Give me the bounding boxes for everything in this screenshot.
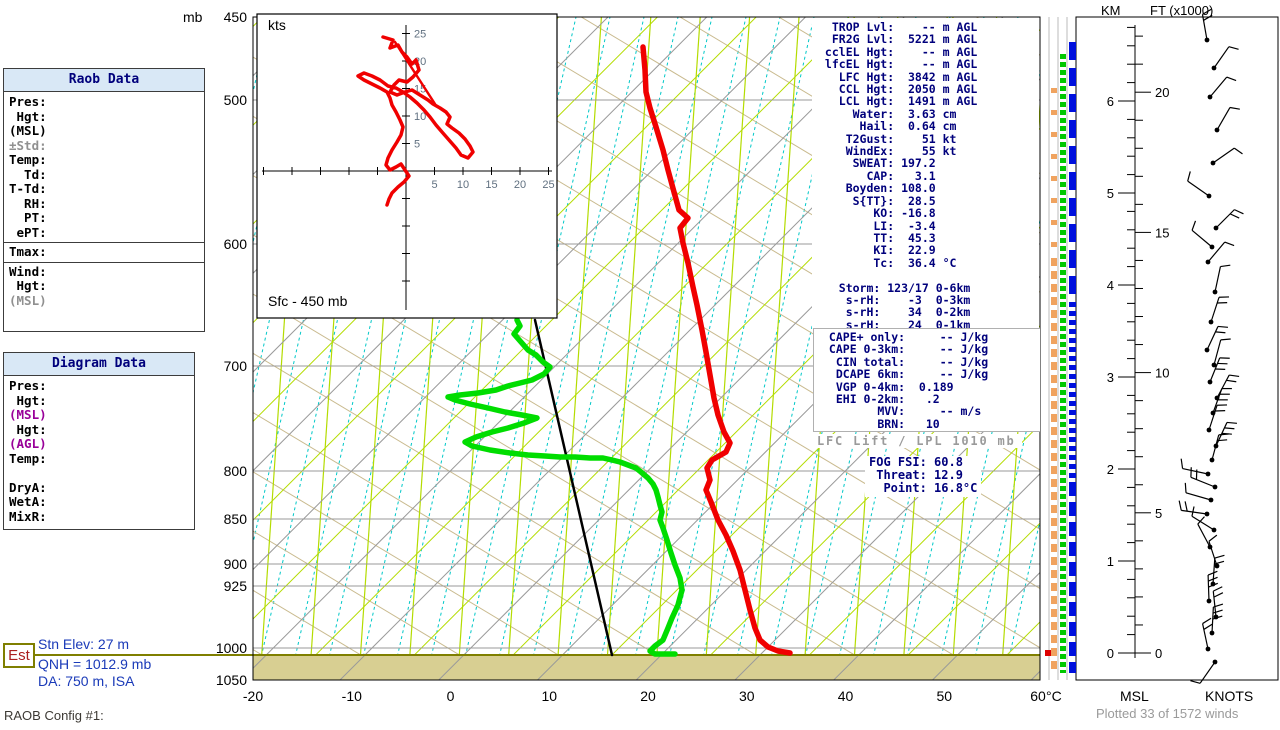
svg-text:4: 4 <box>1107 278 1114 293</box>
svg-text:850: 850 <box>224 511 248 527</box>
svg-text:20: 20 <box>514 179 526 191</box>
field-label: ±Std: <box>4 139 204 154</box>
field-label: Temp: <box>4 153 204 168</box>
hodograph-layer-label: Sfc - 450 mb <box>268 293 347 309</box>
station-qnh: QNH = 1012.9 mb <box>38 656 151 672</box>
est-label: Est <box>8 647 30 664</box>
svg-text:10: 10 <box>1155 366 1169 381</box>
km-axis-label: KM <box>1101 3 1121 18</box>
degrees-c-label: °C <box>1046 688 1062 704</box>
svg-text:900: 900 <box>224 556 248 572</box>
field-label: T-Td: <box>4 182 204 197</box>
strip-orange-column <box>1051 258 1057 673</box>
svg-text:-20: -20 <box>243 688 263 704</box>
svg-text:925: 925 <box>224 578 248 594</box>
svg-text:-10: -10 <box>342 688 362 704</box>
field-label: RH: <box>4 197 204 212</box>
field-label: Pres: <box>4 379 194 394</box>
svg-text:5: 5 <box>414 139 420 151</box>
ft-axis-label: FT (x1000) <box>1150 3 1213 18</box>
field-label: Hgt: <box>4 110 204 125</box>
field-label: Td: <box>4 168 204 183</box>
svg-text:50: 50 <box>937 688 953 704</box>
svg-text:15: 15 <box>485 179 497 191</box>
field-label: Pres: <box>4 95 204 110</box>
strip-green-column <box>1060 54 1066 673</box>
svg-text:5: 5 <box>431 179 437 191</box>
cape-indices-block: CAPE+ only: -- J/kg CAPE 0-3km: -- J/kg … <box>822 331 1040 430</box>
field-label: (AGL) <box>4 437 194 452</box>
knots-label: KNOTS <box>1205 688 1253 704</box>
pressure-unit-label: mb <box>183 9 202 25</box>
svg-text:0: 0 <box>1107 646 1114 661</box>
svg-text:60: 60 <box>1030 688 1046 704</box>
hodograph-units-label: kts <box>268 17 286 33</box>
svg-text:0: 0 <box>1155 646 1162 661</box>
field-label: (MSL) <box>4 294 204 309</box>
field-label: Temp: <box>4 452 194 467</box>
svg-text:3: 3 <box>1107 370 1114 385</box>
svg-text:500: 500 <box>224 92 248 108</box>
field-label: PT: <box>4 211 204 226</box>
raob-application-window: 45050060070080085090092510001050-20-1001… <box>0 0 1280 730</box>
diagram-data-panel: Diagram Data Pres: Hgt:(MSL) Hgt:(AGL)Te… <box>3 352 195 530</box>
svg-text:1000: 1000 <box>216 640 247 656</box>
svg-text:700: 700 <box>224 358 248 374</box>
raob-config-label: RAOB Config #1: <box>4 708 104 723</box>
svg-text:1050: 1050 <box>216 672 247 688</box>
field-label: WetA: <box>4 495 194 510</box>
strip-blue-column <box>1069 482 1076 673</box>
field-label: MixR: <box>4 510 194 525</box>
field-label: DryA: <box>4 481 194 496</box>
surface-marker <box>1045 650 1051 656</box>
svg-text:1: 1 <box>1107 554 1114 569</box>
field-label: Wind: <box>4 265 204 280</box>
svg-text:6: 6 <box>1107 94 1114 109</box>
svg-text:0: 0 <box>447 688 455 704</box>
svg-text:40: 40 <box>838 688 854 704</box>
strip-orange-column <box>1051 88 1057 258</box>
field-label: Hgt: <box>4 423 194 438</box>
raob-data-panel-title: Raob Data <box>4 69 204 92</box>
svg-text:5: 5 <box>1107 186 1114 201</box>
raob-data-panel: Raob Data Pres: Hgt:(MSL)±Std:Temp: Td:T… <box>3 68 205 332</box>
msl-label: MSL <box>1120 688 1149 704</box>
field-label: ePT: <box>4 226 204 241</box>
station-density-altitude: DA: 750 m, ISA <box>38 673 134 689</box>
svg-text:5: 5 <box>1155 506 1162 521</box>
strip-blue-column <box>1069 42 1076 302</box>
raob-tmax-field: Tmax: <box>4 242 204 260</box>
svg-text:10: 10 <box>457 179 469 191</box>
field-label: (MSL) <box>4 124 204 139</box>
plotted-winds-note: Plotted 33 of 1572 winds <box>1096 706 1238 721</box>
strip-blue-column <box>1069 302 1076 482</box>
station-estimate-badge: Est <box>3 643 35 668</box>
svg-text:15: 15 <box>1155 225 1169 240</box>
sounding-indices-block: TROP Lvl: -- m AGL FR2G Lvl: 5221 m AGL … <box>818 21 977 331</box>
svg-text:30: 30 <box>739 688 755 704</box>
field-label: Hgt: <box>4 394 194 409</box>
field-label: (MSL) <box>4 408 194 423</box>
station-elevation: Stn Elev: 27 m <box>38 636 129 652</box>
svg-text:20: 20 <box>640 688 656 704</box>
raob-data-fields: Pres: Hgt:(MSL)±Std:Temp: Td:T-Td: RH: P… <box>4 92 204 240</box>
svg-text:25: 25 <box>542 179 554 191</box>
lfc-lift-note: LFC Lift / LPL 1010 mb <box>817 434 1022 448</box>
cape-indices-box: CAPE+ only: -- J/kg CAPE 0-3km: -- J/kg … <box>813 328 1040 432</box>
fog-indices-block: FOG FSI: 60.8 Threat: 12.9 Point: 16.8°C <box>865 456 981 497</box>
raob-wind-fields: Wind: Hgt:(MSL) <box>4 262 204 309</box>
diagram-data-panel-title: Diagram Data <box>4 353 194 376</box>
svg-text:600: 600 <box>224 236 248 252</box>
field-label <box>4 466 194 481</box>
svg-text:20: 20 <box>1155 85 1169 100</box>
svg-text:25: 25 <box>414 29 426 41</box>
svg-text:2: 2 <box>1107 462 1114 477</box>
field-label: Hgt: <box>4 279 204 294</box>
diagram-data-fields: Pres: Hgt:(MSL) Hgt:(AGL)Temp: DryA:WetA… <box>4 376 194 524</box>
svg-text:450: 450 <box>224 9 248 25</box>
svg-text:800: 800 <box>224 463 248 479</box>
svg-text:10: 10 <box>542 688 558 704</box>
